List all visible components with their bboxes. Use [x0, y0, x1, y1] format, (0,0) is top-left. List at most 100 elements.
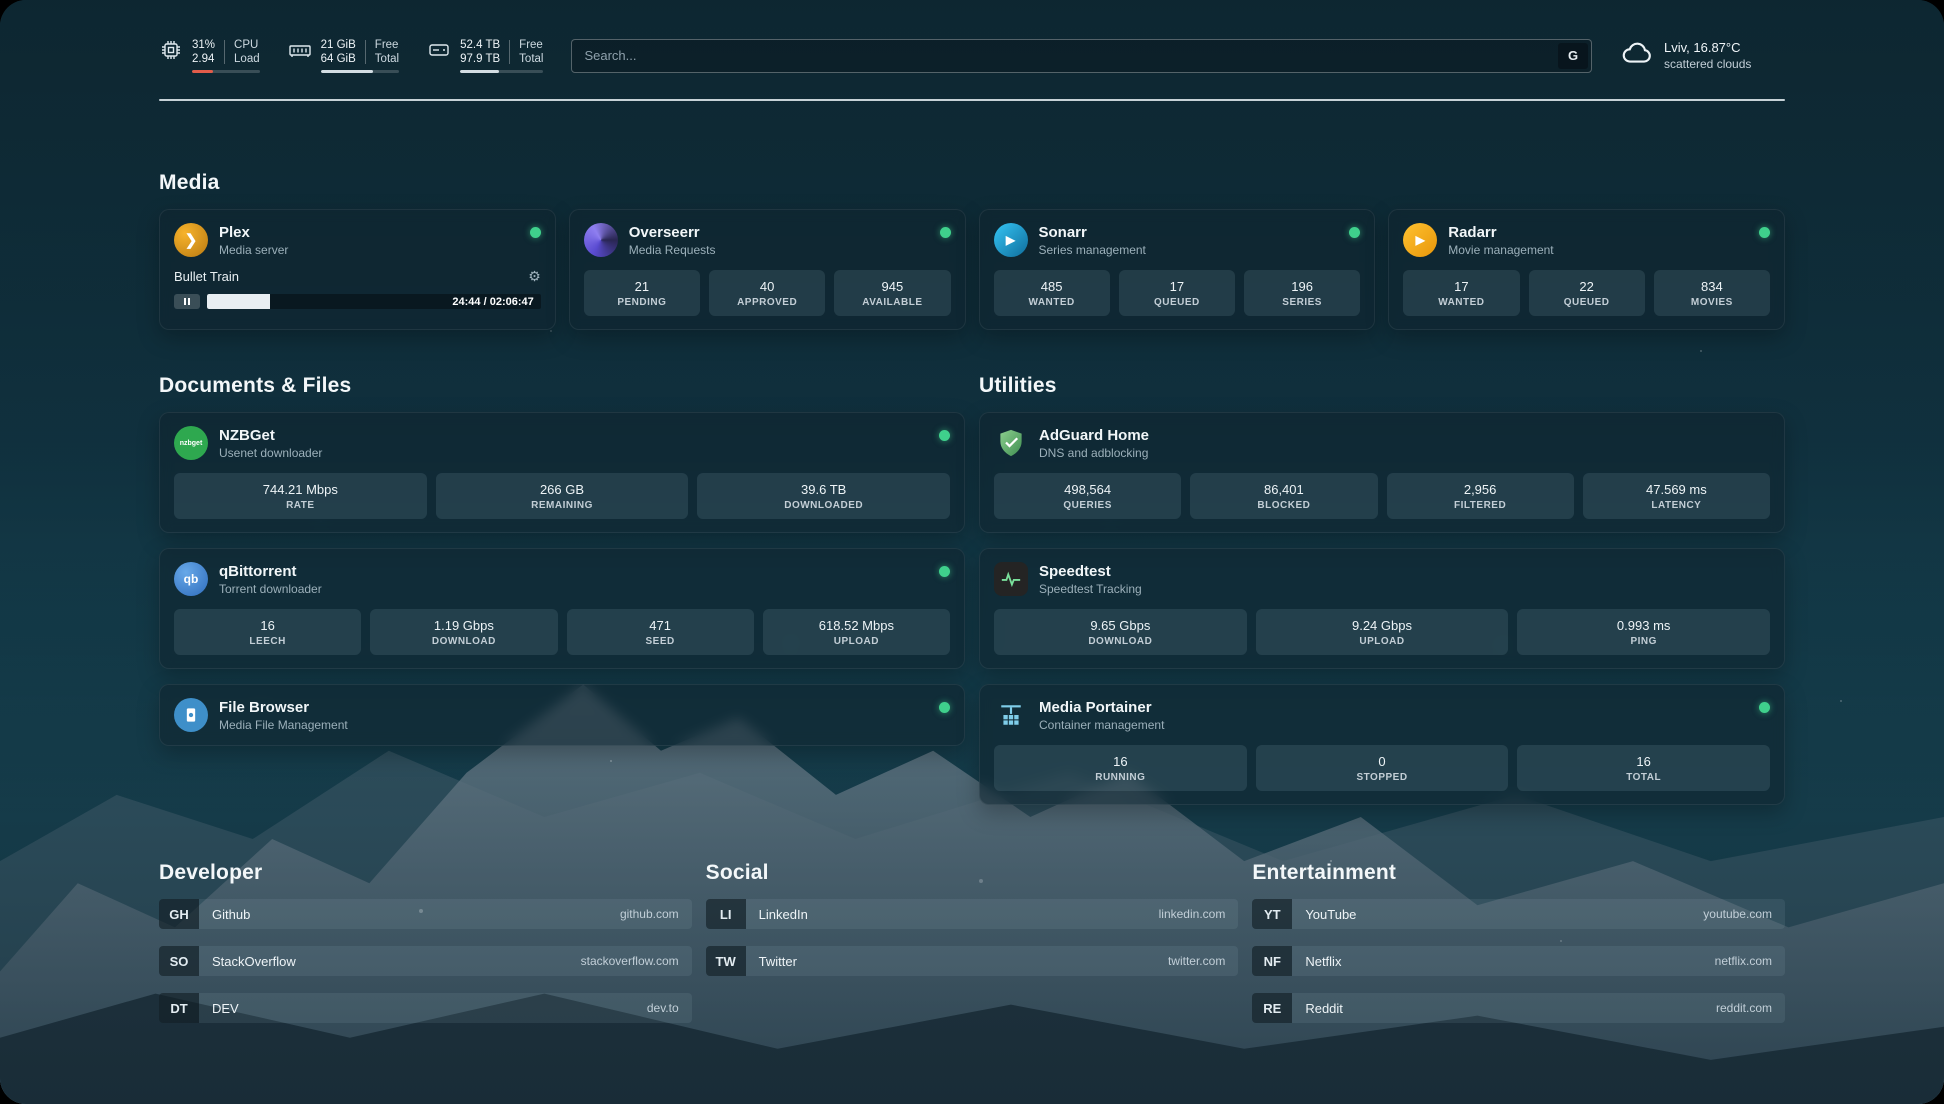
bookmark-reddit[interactable]: RE Reddit reddit.com [1252, 993, 1785, 1023]
app-meta: qBittorrent Torrent downloader [219, 563, 928, 596]
bookmark-name: Netflix [1305, 954, 1714, 969]
app-overseerr[interactable]: Overseerr Media Requests [584, 223, 951, 257]
player-row: 24:44 / 02:06:47 [174, 294, 541, 309]
stat-queued: 17 QUEUED [1119, 270, 1235, 316]
section-title-social: Social [706, 861, 1239, 885]
app-card-filebrowser: File Browser Media File Management [159, 684, 965, 746]
app-desc: Container management [1039, 718, 1748, 732]
stat-upload: 9.24 Gbps UPLOAD [1256, 609, 1509, 655]
bookmark-dev[interactable]: DT DEV dev.to [159, 993, 692, 1023]
gear-icon[interactable]: ⚙ [528, 268, 541, 285]
dashboard-screen: 31% 2.94 CPU Load [0, 0, 1944, 1104]
app-meta: File Browser Media File Management [219, 699, 928, 732]
section-title-entertainment: Entertainment [1252, 861, 1785, 885]
section-title-utilities: Utilities [979, 374, 1785, 398]
app-speedtest[interactable]: Speedtest Speedtest Tracking [994, 562, 1770, 596]
bookmark-stackoverflow[interactable]: SO StackOverflow stackoverflow.com [159, 946, 692, 976]
bookmarks-developer: Developer GH Github github.com SO StackO… [159, 861, 692, 1023]
stat-running: 16 RUNNING [994, 745, 1247, 791]
app-card-speedtest: Speedtest Speedtest Tracking 9.65 Gbps D… [979, 548, 1785, 669]
now-playing-row: Bullet Train ⚙ [174, 268, 541, 285]
status-dot [939, 430, 950, 441]
app-meta: NZBGet Usenet downloader [219, 427, 928, 460]
search-input[interactable] [571, 39, 1592, 73]
stat-tiles: 744.21 Mbps RATE 266 GB REMAINING 39.6 T… [174, 473, 950, 519]
bookmark-twitter[interactable]: TW Twitter twitter.com [706, 946, 1239, 976]
disk-icon [427, 38, 451, 67]
section-title-documents: Documents & Files [159, 374, 965, 398]
app-qbittorrent[interactable]: qb qBittorrent Torrent downloader [174, 562, 950, 596]
bookmark-abbr: DT [159, 993, 199, 1023]
plex-icon: ❯ [174, 223, 208, 257]
stat-tiles: 16 LEECH 1.19 Gbps DOWNLOAD 471 SEED 6 [174, 609, 950, 655]
bookmark-github[interactable]: GH Github github.com [159, 899, 692, 929]
adguard-icon [994, 426, 1028, 460]
disk-values: 52.4 TB 97.9 TB [460, 38, 500, 66]
bookmark-netflix[interactable]: NF Netflix netflix.com [1252, 946, 1785, 976]
app-filebrowser[interactable]: File Browser Media File Management [174, 698, 950, 732]
cloud-icon [1620, 36, 1654, 75]
stat-tiles: 21 PENDING 40 APPROVED 945 AVAILABLE [584, 270, 951, 316]
app-portainer[interactable]: Media Portainer Container management [994, 698, 1770, 732]
stat-wanted: 485 WANTED [994, 270, 1110, 316]
disk-free: 52.4 TB [460, 38, 500, 52]
app-desc: Speedtest Tracking [1039, 582, 1770, 596]
bookmark-url: dev.to [647, 1001, 679, 1015]
app-desc: Movie management [1448, 243, 1748, 257]
stat-tiles: 9.65 Gbps DOWNLOAD 9.24 Gbps UPLOAD 0.99… [994, 609, 1770, 655]
bookmark-abbr: YT [1252, 899, 1292, 929]
app-sonarr[interactable]: ▶ Sonarr Series management [994, 223, 1361, 257]
app-desc: Media server [219, 243, 519, 257]
stat-filtered: 2,956 FILTERED [1387, 473, 1574, 519]
stat-ping: 0.993 ms PING [1517, 609, 1770, 655]
app-meta: Radarr Movie management [1448, 224, 1748, 257]
bookmark-abbr: SO [159, 946, 199, 976]
bookmark-abbr: GH [159, 899, 199, 929]
app-meta: Media Portainer Container management [1039, 699, 1748, 732]
app-meta: Sonarr Series management [1039, 224, 1339, 257]
disk-labels: Free Total [519, 38, 543, 66]
disk-stat: 52.4 TB 97.9 TB Free Total [427, 38, 543, 73]
bookmark-name: Reddit [1305, 1001, 1716, 1016]
disk-total: 97.9 TB [460, 52, 500, 66]
cpu-values: 31% 2.94 [192, 38, 215, 66]
weather-widget[interactable]: Lviv, 16.87°C scattered clouds [1620, 36, 1785, 75]
search-engine-button[interactable]: G [1558, 43, 1588, 69]
bookmark-name: LinkedIn [759, 907, 1159, 922]
stat-rate: 744.21 Mbps RATE [174, 473, 427, 519]
pause-button[interactable] [174, 294, 200, 309]
stat-pending: 21 PENDING [584, 270, 700, 316]
stat-downloaded: 39.6 TB DOWNLOADED [697, 473, 950, 519]
stat-queries: 498,564 QUERIES [994, 473, 1181, 519]
app-desc: DNS and adblocking [1039, 446, 1770, 460]
bookmark-youtube[interactable]: YT YouTube youtube.com [1252, 899, 1785, 929]
app-name: File Browser [219, 699, 928, 716]
background-snow-speckles [0, 0, 2, 2]
system-stats: 31% 2.94 CPU Load [159, 38, 543, 73]
bookmark-linkedin[interactable]: LI LinkedIn linkedin.com [706, 899, 1239, 929]
topbar: 31% 2.94 CPU Load [159, 36, 1785, 75]
stat-leech: 16 LEECH [174, 609, 361, 655]
app-name: Media Portainer [1039, 699, 1748, 716]
bookmark-url: netflix.com [1715, 954, 1772, 968]
memory-labels: Free Total [375, 38, 399, 66]
filebrowser-icon [174, 698, 208, 732]
app-adguard[interactable]: AdGuard Home DNS and adblocking [994, 426, 1770, 460]
section-middle: Documents & Files nzbget NZBGet Usenet d… [159, 374, 1785, 805]
search-bar[interactable]: G [571, 39, 1592, 73]
app-name: NZBGet [219, 427, 928, 444]
app-radarr[interactable]: ▶ Radarr Movie management [1403, 223, 1770, 257]
app-plex[interactable]: ❯ Plex Media server [174, 223, 541, 257]
stat-seed: 471 SEED [567, 609, 754, 655]
app-name: AdGuard Home [1039, 427, 1770, 444]
stat-stopped: 0 STOPPED [1256, 745, 1509, 791]
section-documents: Documents & Files nzbget NZBGet Usenet d… [159, 374, 965, 746]
bookmark-url: stackoverflow.com [581, 954, 679, 968]
app-name: Speedtest [1039, 563, 1770, 580]
section-media: Media ❯ Plex Media server Bullet Train [159, 171, 1785, 330]
bookmark-url: reddit.com [1716, 1001, 1772, 1015]
playback-progress[interactable]: 24:44 / 02:06:47 [207, 294, 541, 309]
stat-separator [224, 40, 225, 64]
app-nzbget[interactable]: nzbget NZBGet Usenet downloader [174, 426, 950, 460]
bookmark-abbr: LI [706, 899, 746, 929]
